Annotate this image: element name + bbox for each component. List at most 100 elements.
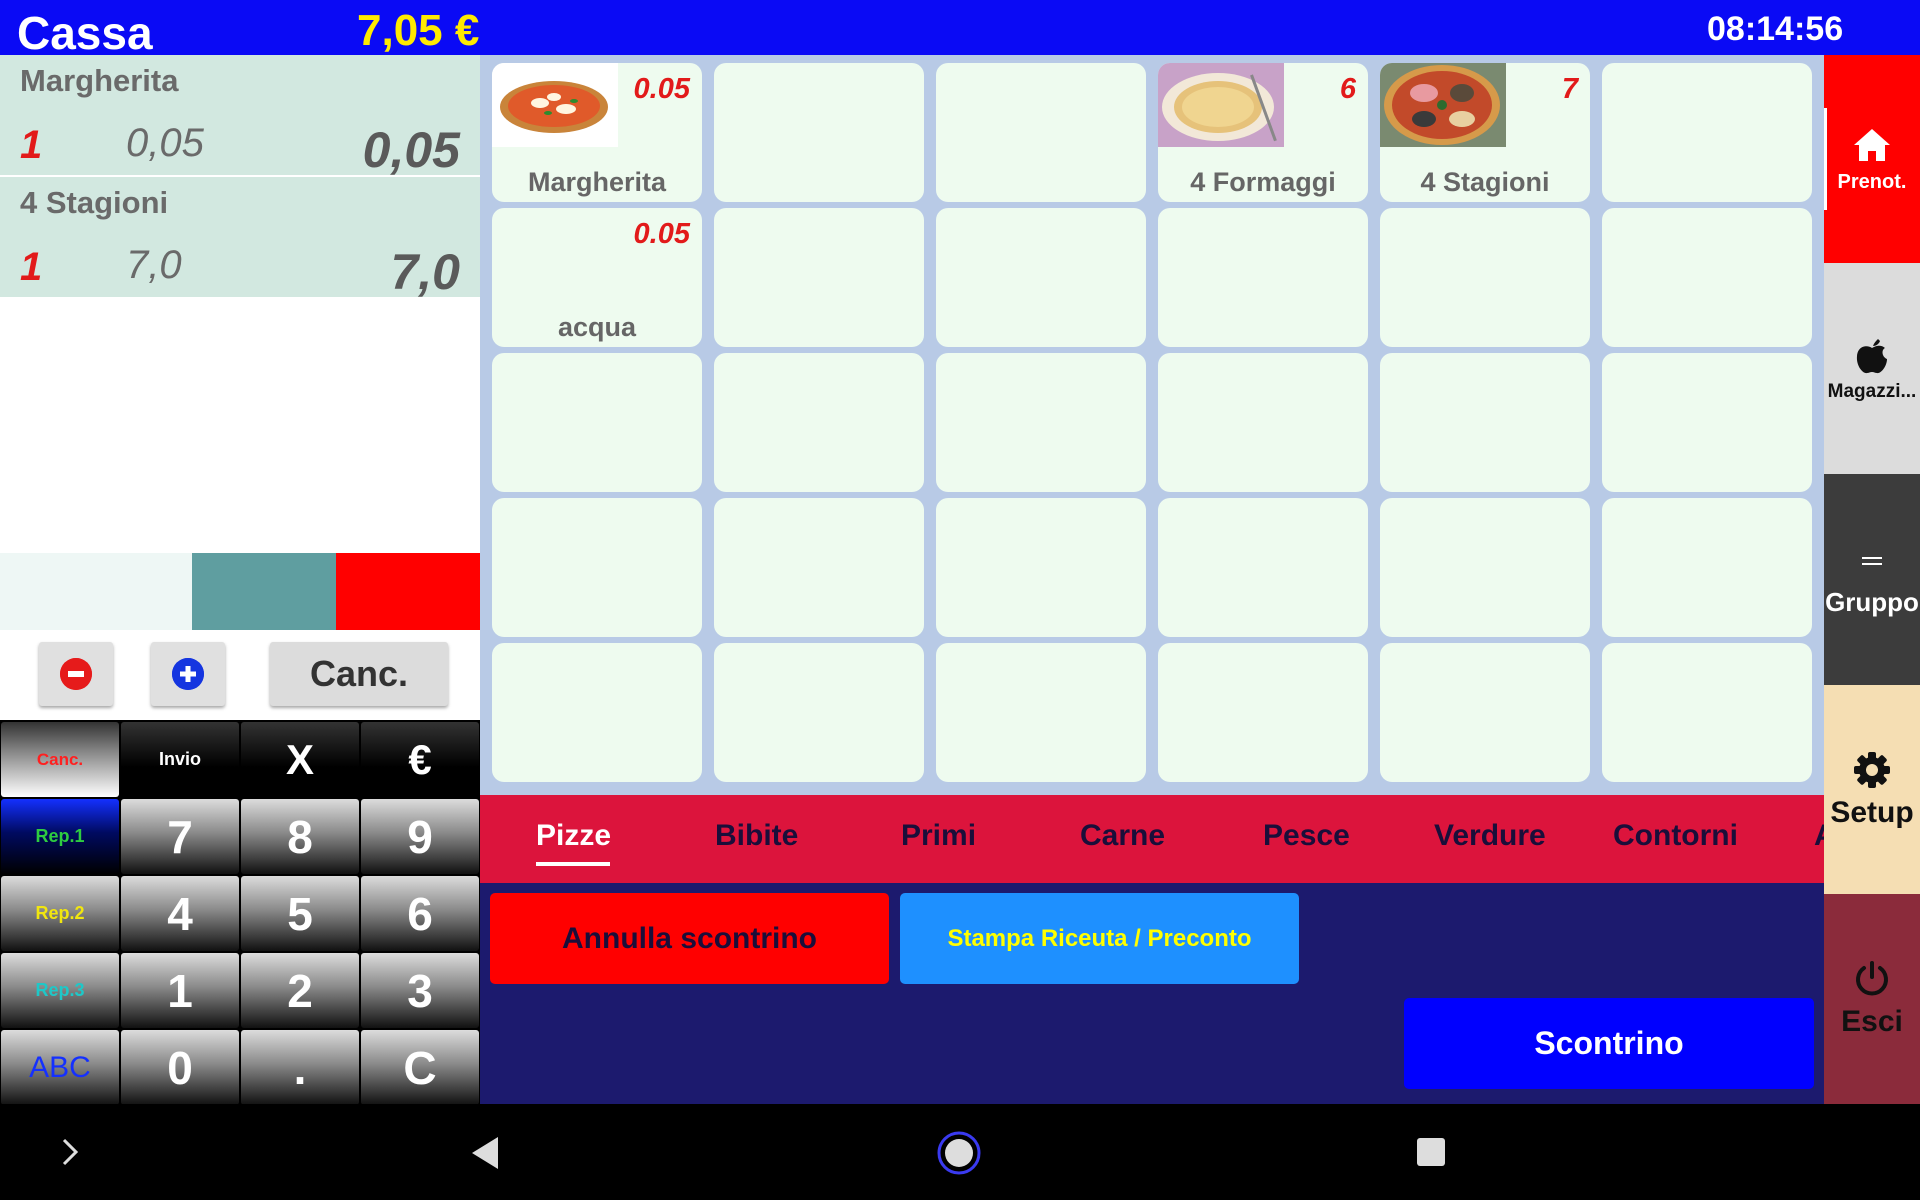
key-3[interactable]: 3 [361,953,479,1028]
receipt-item-amount: 0,05 [362,122,460,178]
sidebar-item-label: Prenot. [1837,170,1907,193]
key-8[interactable]: 8 [241,799,359,874]
receipt-item-qty: 1 [20,245,43,289]
key-multiply[interactable]: X [241,722,359,797]
receipt-item-qty: 1 [20,123,43,167]
sidebar-item-label: Magazzi... [1827,380,1917,402]
key-1[interactable]: 1 [121,953,239,1028]
product-name: 4 Stagioni [1420,167,1550,197]
tab-carne[interactable]: Carne [1080,819,1165,853]
product-price: 0.05 [633,73,690,105]
order-total: 7,05 € [357,6,480,55]
color-block-teal [192,553,336,630]
pizza-4-stagioni-image [1380,63,1506,147]
product-tile-empty[interactable] [1158,208,1368,347]
active-sidebar-indicator [1824,108,1827,210]
tab-partial[interactable]: A [1814,819,1824,853]
product-tile-empty[interactable] [936,208,1146,347]
receipt-button[interactable]: Scontrino [1404,998,1814,1089]
key-dot[interactable]: . [241,1030,359,1105]
tab-pizze[interactable]: Pizze [536,819,611,853]
product-tile-empty[interactable] [936,643,1146,782]
receipt-line[interactable]: Margherita 1 0,05 0,05 [0,55,480,178]
decrease-button[interactable] [39,642,113,706]
key-4[interactable]: 4 [121,876,239,951]
key-abc[interactable]: ABC [1,1030,119,1105]
product-tile-empty[interactable] [936,498,1146,637]
tab-bibite[interactable]: Bibite [715,819,798,853]
product-tile-empty[interactable] [492,643,702,782]
sidebar-item-setup[interactable]: Setup [1824,685,1920,894]
chevron-right-icon[interactable] [58,1134,82,1175]
product-tile-empty[interactable] [1602,208,1812,347]
product-tile-empty[interactable] [714,498,924,637]
product-tile-empty[interactable] [1158,643,1368,782]
key-rep3[interactable]: Rep.3 [1,953,119,1028]
recents-icon[interactable] [1415,1136,1447,1173]
key-rep2[interactable]: Rep.2 [1,876,119,951]
product-tile-empty[interactable] [936,63,1146,202]
product-grid: 0.05 Margherita 6 4 Formaggi 7 4 Stagion… [480,55,1824,795]
key-canc[interactable]: Canc. [1,722,119,797]
product-tile-margherita[interactable]: 0.05 Margherita [492,63,702,202]
minus-circle-icon [60,658,92,690]
receipt-item-price: 0,05 [126,121,204,165]
product-tile-empty[interactable] [1380,208,1590,347]
key-9[interactable]: 9 [361,799,479,874]
sidebar-item-label: Esci [1841,1005,1903,1038]
system-nav-bar [0,1104,1920,1200]
product-tile-empty[interactable] [1158,353,1368,492]
print-preconto-button[interactable]: Stampa Riceuta / Preconto [900,893,1299,984]
key-5[interactable]: 5 [241,876,359,951]
product-name: acqua [557,312,637,342]
key-2[interactable]: 2 [241,953,359,1028]
key-0[interactable]: 0 [121,1030,239,1105]
apple-icon [1852,335,1892,375]
product-tile-empty[interactable] [714,208,924,347]
product-tile-empty[interactable] [714,353,924,492]
product-tile-empty[interactable] [1380,643,1590,782]
tab-contorni[interactable]: Contorni [1613,819,1738,853]
product-tile-empty[interactable] [1380,353,1590,492]
product-tile-empty[interactable] [936,353,1146,492]
sidebar-item-magazzino[interactable]: Magazzi... [1824,263,1920,474]
cancel-receipt-button[interactable]: Annulla scontrino [490,893,889,984]
power-icon [1852,959,1892,999]
receipt-item-name: 4 Stagioni [20,185,169,220]
product-tile-empty[interactable] [492,353,702,492]
product-tile-empty[interactable] [1602,643,1812,782]
product-tile-empty[interactable] [1602,498,1812,637]
product-tile-empty[interactable] [714,643,924,782]
gear-icon [1852,750,1892,790]
key-rep1[interactable]: Rep.1 [1,799,119,874]
product-tile-empty[interactable] [1380,498,1590,637]
key-invio[interactable]: Invio [121,722,239,797]
product-tile-empty[interactable] [492,498,702,637]
key-6[interactable]: 6 [361,876,479,951]
receipt-line[interactable]: 4 Stagioni 1 7,0 7,0 [0,177,480,300]
tab-primi[interactable]: Primi [901,819,976,853]
product-tile-empty[interactable] [1602,63,1812,202]
product-tile-4-formaggi[interactable]: 6 4 Formaggi [1158,63,1368,202]
product-tile-empty[interactable] [1158,498,1368,637]
product-tile-4-stagioni[interactable]: 7 4 Stagioni [1380,63,1590,202]
back-icon[interactable] [468,1134,502,1177]
home-circle-icon[interactable] [936,1130,982,1181]
product-price: 7 [1561,73,1578,105]
key-7[interactable]: 7 [121,799,239,874]
color-block-red [336,553,480,630]
plus-circle-icon [172,658,204,690]
product-tile-empty[interactable] [1602,353,1812,492]
sidebar-item-esci[interactable]: Esci [1824,894,1920,1104]
sidebar-item-prenot[interactable]: Prenot. [1824,55,1920,263]
sidebar-item-label: Gruppo [1825,587,1919,617]
product-tile-empty[interactable] [714,63,924,202]
tab-verdure[interactable]: Verdure [1434,819,1546,853]
increase-button[interactable] [151,642,225,706]
tab-pesce[interactable]: Pesce [1263,819,1350,853]
sidebar-item-gruppo[interactable]: Gruppo [1824,474,1920,685]
key-c[interactable]: C [361,1030,479,1105]
key-euro[interactable]: € [361,722,479,797]
product-tile-acqua[interactable]: 0.05 acqua [492,208,702,347]
cancel-line-button[interactable]: Canc. [270,642,448,706]
